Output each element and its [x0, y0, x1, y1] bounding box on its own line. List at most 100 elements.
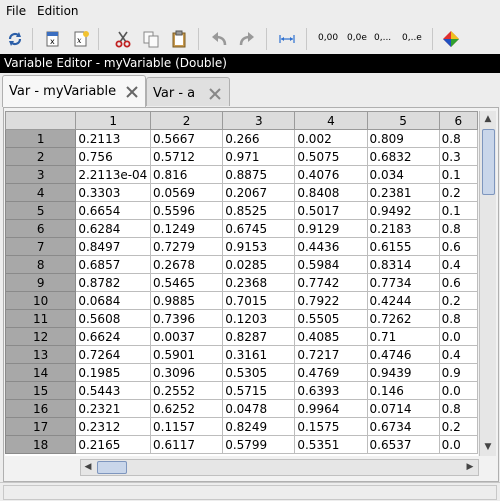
table-cell[interactable]: 0.4076: [294, 165, 368, 184]
row-header[interactable]: 17: [5, 417, 77, 436]
row-header[interactable]: 11: [5, 309, 77, 328]
table-cell[interactable]: 0.2: [438, 291, 478, 310]
table-cell[interactable]: 0.6745: [222, 219, 296, 238]
table-cell[interactable]: 0.0714: [366, 399, 440, 418]
table-cell[interactable]: 0.4769: [294, 363, 368, 382]
table-cell[interactable]: 0.6117: [150, 435, 224, 454]
scroll-left-arrow-icon[interactable]: ◀: [81, 460, 95, 474]
table-cell[interactable]: 0.5443: [75, 381, 152, 400]
table-cell[interactable]: 0.8408: [294, 183, 368, 202]
format-short-button[interactable]: 0,00: [318, 33, 338, 43]
table-cell[interactable]: 0.2552: [150, 381, 224, 400]
table-cell[interactable]: 0.7742: [294, 273, 368, 292]
table-cell[interactable]: 0.2165: [75, 435, 152, 454]
table-cell[interactable]: 0.8314: [366, 255, 440, 274]
table-cell[interactable]: 0.0: [438, 435, 478, 454]
format-long-e-button[interactable]: 0,..e: [402, 33, 422, 43]
table-cell[interactable]: 0.5305: [222, 363, 296, 382]
table-cell[interactable]: 0.7734: [366, 273, 440, 292]
column-header[interactable]: 4: [294, 111, 368, 130]
table-cell[interactable]: 0.0684: [75, 291, 152, 310]
table-cell[interactable]: 0.5351: [294, 435, 368, 454]
format-short-e-button[interactable]: 0,0e: [347, 33, 367, 43]
table-cell[interactable]: 0.3: [438, 147, 478, 166]
table-cell[interactable]: 0.6537: [366, 435, 440, 454]
table-cell[interactable]: 0.5596: [150, 201, 224, 220]
column-header[interactable]: 2: [150, 111, 224, 130]
table-cell[interactable]: 0.6857: [75, 255, 152, 274]
table-cell[interactable]: 0.6832: [366, 147, 440, 166]
table-cell[interactable]: 0.2067: [222, 183, 296, 202]
table-cell[interactable]: 0.5075: [294, 147, 368, 166]
row-header[interactable]: 18: [5, 435, 77, 454]
tab-var-a[interactable]: Var - a: [146, 77, 230, 106]
table-cell[interactable]: 0.2678: [150, 255, 224, 274]
table-cell[interactable]: 0.7922: [294, 291, 368, 310]
table-cell[interactable]: 0.4085: [294, 327, 368, 346]
row-header[interactable]: 3: [5, 165, 77, 184]
horizontal-scrollbar[interactable]: ◀ ▶: [80, 459, 479, 476]
column-header[interactable]: 6: [438, 111, 478, 130]
column-header[interactable]: 5: [366, 111, 440, 130]
copy-button[interactable]: [140, 28, 162, 50]
table-cell[interactable]: 0.9492: [366, 201, 440, 220]
row-header[interactable]: 13: [5, 345, 77, 364]
table-cell[interactable]: 0.2: [438, 183, 478, 202]
cut-button[interactable]: [112, 28, 134, 50]
table-cell[interactable]: 0.2368: [222, 273, 296, 292]
table-cell[interactable]: 0.5608: [75, 309, 152, 328]
table-cell[interactable]: 0.146: [366, 381, 440, 400]
table-cell[interactable]: 0.034: [366, 165, 440, 184]
row-header[interactable]: 12: [5, 327, 77, 346]
table-cell[interactable]: 0.5984: [294, 255, 368, 274]
tab-var-myvariable[interactable]: Var - myVariable: [2, 75, 146, 107]
table-cell[interactable]: 0.9964: [294, 399, 368, 418]
tab-close-button[interactable]: [208, 87, 222, 101]
table-cell[interactable]: 0.8: [438, 309, 478, 328]
table-cell[interactable]: 0.6: [438, 237, 478, 256]
table-cell[interactable]: 0.5712: [150, 147, 224, 166]
row-header[interactable]: 6: [5, 219, 77, 238]
row-header[interactable]: 5: [5, 201, 77, 220]
table-cell[interactable]: 0.8525: [222, 201, 296, 220]
table-cell[interactable]: 0.0569: [150, 183, 224, 202]
table-cell[interactable]: 0.4436: [294, 237, 368, 256]
table-cell[interactable]: 0.6393: [294, 381, 368, 400]
insert-variable-button[interactable]: x: [42, 28, 64, 50]
table-cell[interactable]: 0.0: [438, 327, 478, 346]
table-cell[interactable]: 0.2113: [75, 129, 152, 148]
table-cell[interactable]: 0.2312: [75, 417, 152, 436]
column-header[interactable]: 1: [75, 111, 152, 130]
table-cell[interactable]: 0.4: [438, 255, 478, 274]
table-cell[interactable]: 0.71: [366, 327, 440, 346]
table-cell[interactable]: 0.7264: [75, 345, 152, 364]
table-cell[interactable]: 0.1157: [150, 417, 224, 436]
table-cell[interactable]: 0.8497: [75, 237, 152, 256]
table-cell[interactable]: 0.0478: [222, 399, 296, 418]
row-header[interactable]: 8: [5, 255, 77, 274]
scroll-up-arrow-icon[interactable]: ▲: [481, 112, 495, 126]
table-cell[interactable]: 0.7396: [150, 309, 224, 328]
table-cell[interactable]: 0.1249: [150, 219, 224, 238]
table-cell[interactable]: 0.8: [438, 129, 478, 148]
table-cell[interactable]: 0.2381: [366, 183, 440, 202]
table-cell[interactable]: 0.6: [438, 273, 478, 292]
table-cell[interactable]: 0.4: [438, 345, 478, 364]
table-cell[interactable]: 0.266: [222, 129, 296, 148]
row-header[interactable]: 2: [5, 147, 77, 166]
table-cell[interactable]: 0.7217: [294, 345, 368, 364]
table-cell[interactable]: 0.4244: [366, 291, 440, 310]
table-cell[interactable]: 0.8287: [222, 327, 296, 346]
table-cell[interactable]: 0.8: [438, 219, 478, 238]
table-cell[interactable]: 0.1203: [222, 309, 296, 328]
table-cell[interactable]: 0.809: [366, 129, 440, 148]
table-cell[interactable]: 0.1575: [294, 417, 368, 436]
table-cell[interactable]: 0.6155: [366, 237, 440, 256]
menu-edition[interactable]: Edition: [37, 4, 79, 18]
scroll-right-arrow-icon[interactable]: ▶: [463, 460, 477, 474]
horizontal-scroll-thumb[interactable]: [97, 461, 127, 474]
table-cell[interactable]: 0.6734: [366, 417, 440, 436]
table-cell[interactable]: 0.9: [438, 363, 478, 382]
row-header[interactable]: 9: [5, 273, 77, 292]
fit-columns-button[interactable]: [276, 28, 298, 50]
